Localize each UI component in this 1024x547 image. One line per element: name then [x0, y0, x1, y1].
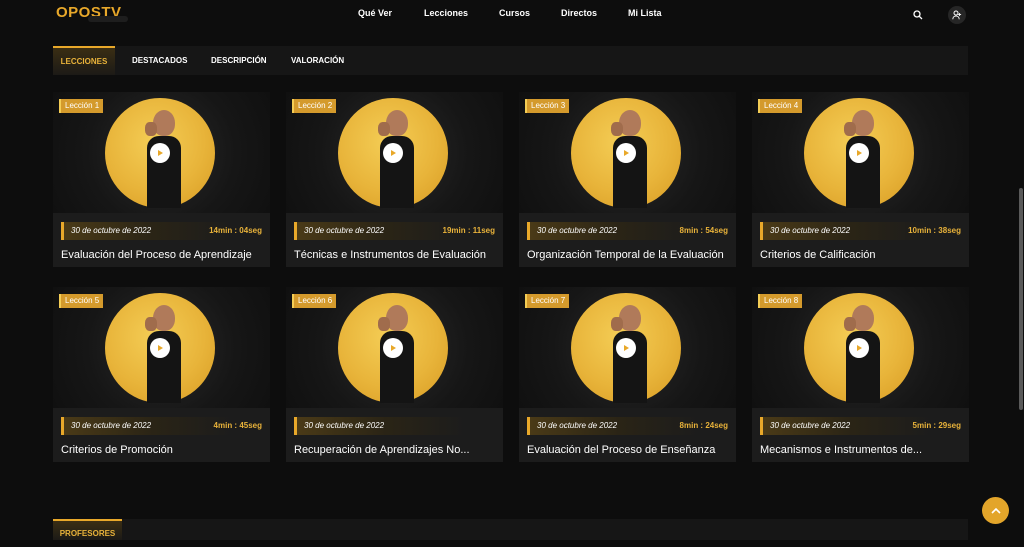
lesson-title[interactable]: Evaluación del Proceso de Enseñanza — [527, 444, 732, 456]
lesson-duration: 8min : 24seg — [679, 421, 728, 430]
top-header: OPOSTV Qué Ver Lecciones Cursos Directos… — [0, 0, 1024, 28]
lesson-title[interactable]: Mecanismos e Instrumentos de... — [760, 444, 965, 456]
lesson-date: 30 de octubre de 2022 — [304, 421, 385, 430]
lesson-date: 30 de octubre de 2022 — [304, 226, 385, 235]
nav-lecciones[interactable]: Lecciones — [424, 8, 468, 18]
tab-valoracion[interactable]: VALORACIÓN — [291, 46, 344, 75]
lesson-date: 30 de octubre de 2022 — [71, 226, 152, 235]
nav-mi-lista[interactable]: Mi Lista — [628, 8, 662, 18]
play-icon[interactable] — [150, 338, 170, 358]
play-icon[interactable] — [616, 143, 636, 163]
tab-destacados[interactable]: DESTACADOS — [132, 46, 187, 75]
lesson-thumbnail[interactable]: Lección 2 — [286, 92, 503, 213]
user-add-icon[interactable] — [948, 6, 966, 24]
lesson-badge: Lección 8 — [758, 294, 803, 308]
lesson-title[interactable]: Técnicas e Instrumentos de Evaluación — [294, 249, 499, 261]
lesson-title[interactable]: Criterios de Calificación — [760, 249, 965, 261]
lesson-title[interactable]: Recuperación de Aprendizajes No... — [294, 444, 499, 456]
lesson-thumbnail[interactable]: Lección 6 — [286, 287, 503, 408]
lesson-thumbnail[interactable]: Lección 3 — [519, 92, 736, 213]
lesson-card[interactable]: Lección 7 30 de octubre de 2022 8min : 24s… — [519, 287, 736, 462]
lesson-date: 30 de octubre de 2022 — [537, 226, 618, 235]
lesson-thumbnail[interactable]: Lección 4 — [752, 92, 969, 213]
lesson-duration: 5min : 29seg — [912, 421, 961, 430]
play-icon[interactable] — [849, 338, 869, 358]
tab-descripcion[interactable]: DESCRIPCIÓN — [211, 46, 267, 75]
tab-lecciones[interactable]: LECCIONES — [53, 46, 115, 75]
lesson-badge: Lección 1 — [59, 99, 104, 113]
lesson-badge: Lección 3 — [525, 99, 570, 113]
lesson-duration: 8min : 54seg — [679, 226, 728, 235]
lesson-thumbnail[interactable]: Lección 8 — [752, 287, 969, 408]
scrollbar-thumb[interactable] — [1019, 188, 1023, 410]
play-icon[interactable] — [383, 338, 403, 358]
lesson-title[interactable]: Organización Temporal de la Evaluación — [527, 249, 732, 261]
lesson-date: 30 de octubre de 2022 — [770, 226, 851, 235]
lesson-meta: 30 de octubre de 2022 — [294, 417, 495, 435]
lesson-date: 30 de octubre de 2022 — [770, 421, 851, 430]
lesson-card[interactable]: Lección 3 30 de octubre de 2022 8min : 54s… — [519, 92, 736, 267]
lesson-thumbnail[interactable]: Lección 1 — [53, 92, 270, 213]
play-icon[interactable] — [849, 143, 869, 163]
lesson-duration: 10min : 38seg — [908, 226, 961, 235]
lesson-badge: Lección 4 — [758, 99, 803, 113]
lesson-meta: 30 de octubre de 2022 8min : 24seg — [527, 417, 728, 435]
main-nav: Qué Ver Lecciones Cursos Directos Mi Lis… — [0, 8, 1024, 22]
lesson-meta: 30 de octubre de 2022 14min : 04seg — [61, 222, 262, 240]
lesson-badge: Lección 6 — [292, 294, 337, 308]
content-tabs: LECCIONES DESTACADOS DESCRIPCIÓN VALORAC… — [53, 46, 968, 75]
lesson-meta: 30 de octubre de 2022 5min : 29seg — [760, 417, 961, 435]
lesson-duration: 4min : 45seg — [213, 421, 262, 430]
lesson-badge: Lección 5 — [59, 294, 104, 308]
lesson-meta: 30 de octubre de 2022 19min : 11seg — [294, 222, 495, 240]
lesson-meta: 30 de octubre de 2022 8min : 54seg — [527, 222, 728, 240]
tab-profesores[interactable]: PROFESORES — [53, 519, 122, 540]
lesson-date: 30 de octubre de 2022 — [537, 421, 618, 430]
lesson-date: 30 de octubre de 2022 — [71, 421, 152, 430]
lesson-card[interactable]: Lección 4 30 de octubre de 2022 10min : 38… — [752, 92, 969, 267]
lesson-badge: Lección 7 — [525, 294, 570, 308]
lesson-title[interactable]: Evaluación del Proceso de Aprendizaje — [61, 249, 266, 261]
lesson-card[interactable]: Lección 5 30 de octubre de 2022 4min : 45s… — [53, 287, 270, 462]
play-icon[interactable] — [150, 143, 170, 163]
lesson-badge: Lección 2 — [292, 99, 337, 113]
play-icon[interactable] — [383, 143, 403, 163]
lesson-meta: 30 de octubre de 2022 4min : 45seg — [61, 417, 262, 435]
play-icon[interactable] — [616, 338, 636, 358]
lesson-card[interactable]: Lección 1 30 de octubre de 2022 14min : 04… — [53, 92, 270, 267]
lesson-title[interactable]: Criterios de Promoción — [61, 444, 266, 456]
nav-directos[interactable]: Directos — [561, 8, 597, 18]
lesson-duration: 14min : 04seg — [209, 226, 262, 235]
lesson-card[interactable]: Lección 8 30 de octubre de 2022 5min : 29s… — [752, 287, 969, 462]
lesson-meta: 30 de octubre de 2022 10min : 38seg — [760, 222, 961, 240]
professors-bar: PROFESORES — [53, 519, 968, 540]
lesson-thumbnail[interactable]: Lección 7 — [519, 287, 736, 408]
lesson-card[interactable]: Lección 2 30 de octubre de 2022 19min : 11… — [286, 92, 503, 267]
search-icon[interactable] — [909, 6, 927, 24]
lesson-card[interactable]: Lección 6 30 de octubre de 2022 Recuperaci… — [286, 287, 503, 462]
lesson-thumbnail[interactable]: Lección 5 — [53, 287, 270, 408]
lesson-duration: 19min : 11seg — [442, 226, 495, 235]
chevron-up-icon — [990, 507, 1001, 514]
nav-que-ver[interactable]: Qué Ver — [358, 8, 392, 18]
nav-cursos[interactable]: Cursos — [499, 8, 530, 18]
scroll-top-button[interactable] — [982, 497, 1009, 524]
